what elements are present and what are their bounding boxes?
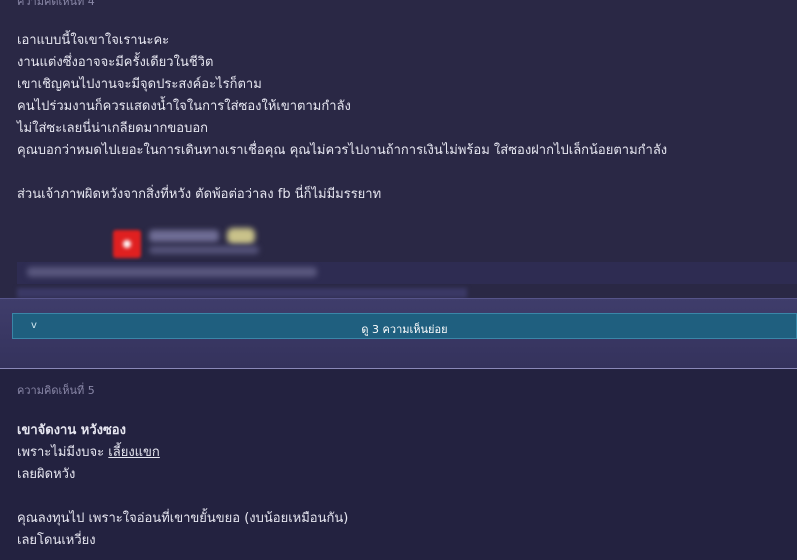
underlined-text: เลี้ยงแขก xyxy=(108,445,160,460)
comment-body: เอาแบบนี้ใจเขาใจเรานะคะ งานแต่งซึ่งอาจจะ… xyxy=(17,30,667,206)
comment-number: ความคิดเห็นที่ 5 xyxy=(17,384,95,397)
comment-line: เพราะไม่มีงบจะ เลี้ยงแขก xyxy=(17,442,348,464)
comment-line: เอาแบบนี้ใจเขาใจเรานะคะ xyxy=(17,33,170,48)
view-replies-button[interactable]: v ดู 3 ความเห็นย่อย xyxy=(12,313,797,339)
view-replies-label: ดู 3 ความเห็นย่อย xyxy=(361,323,448,336)
comment-line: งานแต่งซึ่งอาจจะมีครั้งเดียวในชีวิต xyxy=(17,55,214,70)
bold-text: หวังซอง xyxy=(80,423,126,438)
comment-line: เขาจัดงาน หวังซอง xyxy=(17,420,348,442)
comment-line: เลยโดนเหวี่ยง xyxy=(17,533,96,548)
blurred-name xyxy=(149,230,219,242)
avatar xyxy=(113,230,141,258)
blurred-emoji xyxy=(227,228,255,244)
blurred-facebook-screenshot xyxy=(17,226,797,298)
comment-line: คนไปร่วมงานก็ควรแสดงน้ำใจในการใส่ซองให้เ… xyxy=(17,99,351,114)
comment-number: ความคิดเห็นที่ 4 xyxy=(17,0,95,8)
blurred-toolbar xyxy=(17,232,112,252)
comment-5: ความคิดเห็นที่ 5 เขาจัดงาน หวังซอง เพราะ… xyxy=(0,369,797,560)
bold-text: เขาจัดงาน xyxy=(17,423,81,438)
text: เพราะไม่มีงบจะ xyxy=(17,445,109,460)
comment-4: ความคิดเห็นที่ 4 เอาแบบนี้ใจเขาใจเรานะคะ… xyxy=(0,0,797,298)
comment-line: คุณลงทุนไป เพราะใจอ่อนที่เขาขยั้นขยอ (งบ… xyxy=(17,511,349,526)
comment-line: คุณบอกว่าหมดไปเยอะในการเดินทางเราเชื่อคุ… xyxy=(17,143,668,158)
blurred-footer xyxy=(17,288,467,298)
comment-line: ส่วนเจ้าภาพผิดหวังจากสิ่งที่หวัง ตัดพ้อต… xyxy=(17,187,382,202)
comment-line: ไม่ใส่ซะเลยนี่น่าเกลียดมากขอบอก xyxy=(17,121,209,136)
blurred-post-text xyxy=(27,267,317,277)
blurred-meta xyxy=(149,246,259,254)
comment-body: เขาจัดงาน หวังซอง เพราะไม่มีงบจะ เลี้ยงแ… xyxy=(17,420,348,552)
comment-line: เขาเชิญคนไปงานจะมีจุดประสงค์อะไรก็ตาม xyxy=(17,77,262,92)
comment-line: เลยผิดหวัง xyxy=(17,467,76,482)
